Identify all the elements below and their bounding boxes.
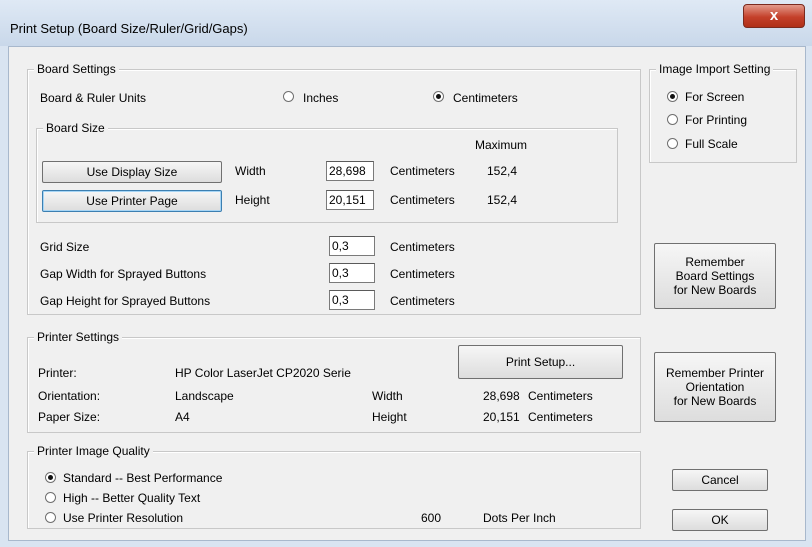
printer-value: HP Color LaserJet CP2020 Serie <box>175 366 351 380</box>
grid-size-label: Grid Size <box>40 240 90 254</box>
resolution-value: 600 <box>421 511 442 525</box>
grid-size-unit: Centimeters <box>390 240 455 254</box>
grid-size-input[interactable]: 0,3 <box>329 236 375 256</box>
window-title: Print Setup (Board Size/Ruler/Grid/Gaps) <box>10 21 248 36</box>
image-import-legend: Image Import Setting <box>656 62 774 76</box>
orientation-value: Landscape <box>175 389 234 403</box>
print-setup-button[interactable]: Print Setup... <box>458 345 623 379</box>
printer-height-unit: Centimeters <box>528 410 593 424</box>
board-size-legend: Board Size <box>43 121 108 135</box>
units-label: Board & Ruler Units <box>40 91 147 105</box>
remember-printer-orientation-label: Remember Printer Orientation for New Boa… <box>665 366 765 408</box>
remember-printer-orientation-button[interactable]: Remember Printer Orientation for New Boa… <box>654 352 776 422</box>
close-button[interactable]: x <box>743 4 805 28</box>
close-icon: x <box>769 7 779 24</box>
board-width-input[interactable]: 28,698 <box>326 161 374 181</box>
title-bar: Print Setup (Board Size/Ruler/Grid/Gaps)… <box>0 0 812 46</box>
board-width-label: Width <box>235 164 266 178</box>
printer-height-value: 20,151 <box>483 410 520 424</box>
printer-label: Printer: <box>38 366 77 380</box>
board-settings-group: Board Settings Board & Ruler Units Inche… <box>27 62 641 315</box>
quality-standard-label[interactable]: Standard -- Best Performance <box>63 471 222 485</box>
gap-height-label: Gap Height for Sprayed Buttons <box>40 294 211 308</box>
board-height-label: Height <box>235 193 270 207</box>
print-setup-label: Print Setup... <box>505 355 576 369</box>
board-width-max: 152,4 <box>487 164 518 178</box>
gap-width-label: Gap Width for Sprayed Buttons <box>40 267 207 281</box>
gap-height-unit: Centimeters <box>390 294 455 308</box>
import-for-printing-label[interactable]: For Printing <box>685 113 747 127</box>
ok-button[interactable]: OK <box>672 509 768 531</box>
paper-size-label: Paper Size: <box>38 410 101 424</box>
board-size-group: Board Size Maximum Use Display Size Widt… <box>36 121 618 223</box>
use-printer-page-label: Use Printer Page <box>86 194 178 208</box>
gap-height-input[interactable]: 0,3 <box>329 290 375 310</box>
import-full-scale-label[interactable]: Full Scale <box>685 137 738 151</box>
printer-settings-group: Printer Settings Printer: HP Color Laser… <box>27 330 641 433</box>
gap-width-unit: Centimeters <box>390 267 455 281</box>
paper-size-value: A4 <box>175 410 190 424</box>
import-for-printing-radio[interactable] <box>667 114 678 125</box>
printer-width-label: Width <box>372 389 403 403</box>
use-display-size-label: Use Display Size <box>86 165 178 179</box>
resolution-unit: Dots Per Inch <box>483 511 556 525</box>
cancel-button[interactable]: Cancel <box>672 469 768 491</box>
units-centimeters-radio[interactable] <box>433 91 444 102</box>
printer-width-value: 28,698 <box>483 389 520 403</box>
import-for-screen-radio[interactable] <box>667 91 678 102</box>
gap-width-input[interactable]: 0,3 <box>329 263 375 283</box>
quality-high-radio[interactable] <box>45 492 56 503</box>
import-full-scale-radio[interactable] <box>667 138 678 149</box>
remember-board-settings-button[interactable]: Remember Board Settings for New Boards <box>654 243 776 309</box>
units-inches-label[interactable]: Inches <box>303 91 338 105</box>
maximum-header: Maximum <box>475 138 528 152</box>
board-height-max: 152,4 <box>487 193 518 207</box>
board-width-unit: Centimeters <box>390 164 455 178</box>
cancel-label: Cancel <box>701 473 739 487</box>
remember-board-settings-label: Remember Board Settings for New Boards <box>673 255 757 297</box>
units-centimeters-label[interactable]: Centimeters <box>453 91 518 105</box>
ok-label: OK <box>711 513 729 527</box>
quality-printer-resolution-radio[interactable] <box>45 512 56 523</box>
quality-high-label[interactable]: High -- Better Quality Text <box>63 491 200 505</box>
quality-printer-resolution-label[interactable]: Use Printer Resolution <box>63 511 183 525</box>
board-settings-legend: Board Settings <box>34 62 119 76</box>
printer-width-unit: Centimeters <box>528 389 593 403</box>
dialog-client: Board Settings Board & Ruler Units Inche… <box>8 46 806 541</box>
printer-settings-legend: Printer Settings <box>34 330 123 344</box>
board-height-unit: Centimeters <box>390 193 455 207</box>
image-quality-legend: Printer Image Quality <box>34 444 153 458</box>
image-quality-group: Printer Image Quality Standard -- Best P… <box>27 444 641 529</box>
printer-height-label: Height <box>372 410 407 424</box>
import-for-screen-label[interactable]: For Screen <box>685 90 744 104</box>
units-inches-radio[interactable] <box>283 91 294 102</box>
quality-standard-radio[interactable] <box>45 472 56 483</box>
image-import-group: Image Import Setting For Screen For Prin… <box>649 62 797 163</box>
board-height-input[interactable]: 20,151 <box>326 190 374 210</box>
orientation-label: Orientation: <box>38 389 101 403</box>
use-printer-page-button[interactable]: Use Printer Page <box>42 190 222 212</box>
use-display-size-button[interactable]: Use Display Size <box>42 161 222 183</box>
